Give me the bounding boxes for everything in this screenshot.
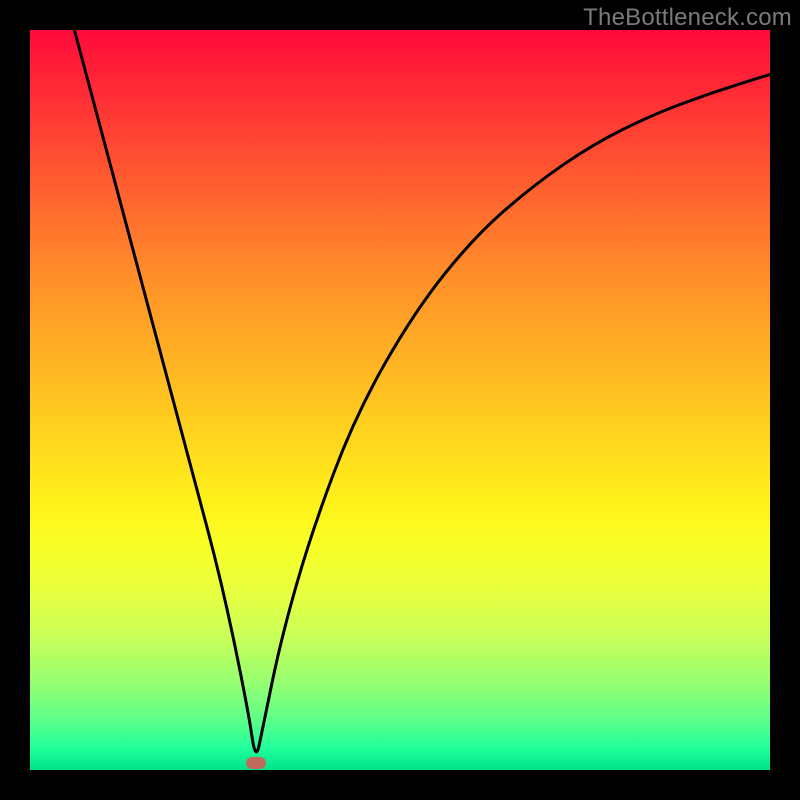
watermark-text: TheBottleneck.com xyxy=(583,4,792,32)
bottleneck-curve xyxy=(74,30,770,752)
optimal-point-marker xyxy=(246,757,266,769)
plot-area xyxy=(30,30,770,770)
curve-layer xyxy=(30,30,770,770)
chart-frame: TheBottleneck.com xyxy=(0,0,800,800)
